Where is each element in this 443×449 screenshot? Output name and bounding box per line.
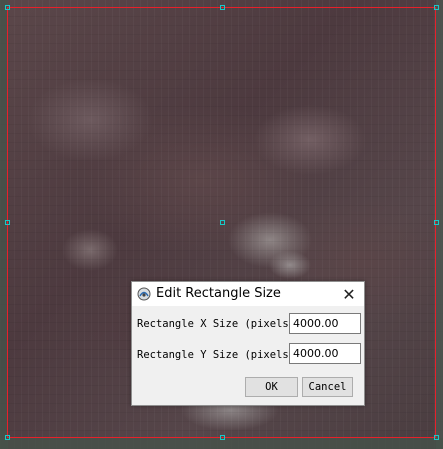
handle-bottom-middle[interactable] [220,435,225,440]
ok-button[interactable]: OK [245,377,298,397]
close-icon: ✕ [342,284,356,304]
handle-center[interactable] [220,220,225,225]
handle-bottom-right[interactable] [434,435,439,440]
app-logo-icon [137,286,151,301]
handle-bottom-left[interactable] [5,435,10,440]
handle-top-middle[interactable] [220,5,225,10]
close-button[interactable]: ✕ [334,282,364,306]
dialog-title: Edit Rectangle Size [156,286,281,301]
handle-middle-left[interactable] [5,220,10,225]
handle-middle-right[interactable] [434,220,439,225]
x-size-input[interactable]: 4000.00 [289,313,361,334]
cancel-button[interactable]: Cancel [302,377,353,397]
x-size-label: Rectangle X Size (pixels) [137,318,296,330]
handle-top-right[interactable] [434,5,439,10]
dialog-titlebar[interactable]: Edit Rectangle Size ✕ [132,282,364,306]
handle-top-left[interactable] [5,5,10,10]
y-size-input[interactable]: 4000.00 [289,343,361,364]
edit-rectangle-size-dialog: Edit Rectangle Size ✕ Rectangle X Size (… [131,281,365,406]
y-size-label: Rectangle Y Size (pixels) [137,349,296,361]
